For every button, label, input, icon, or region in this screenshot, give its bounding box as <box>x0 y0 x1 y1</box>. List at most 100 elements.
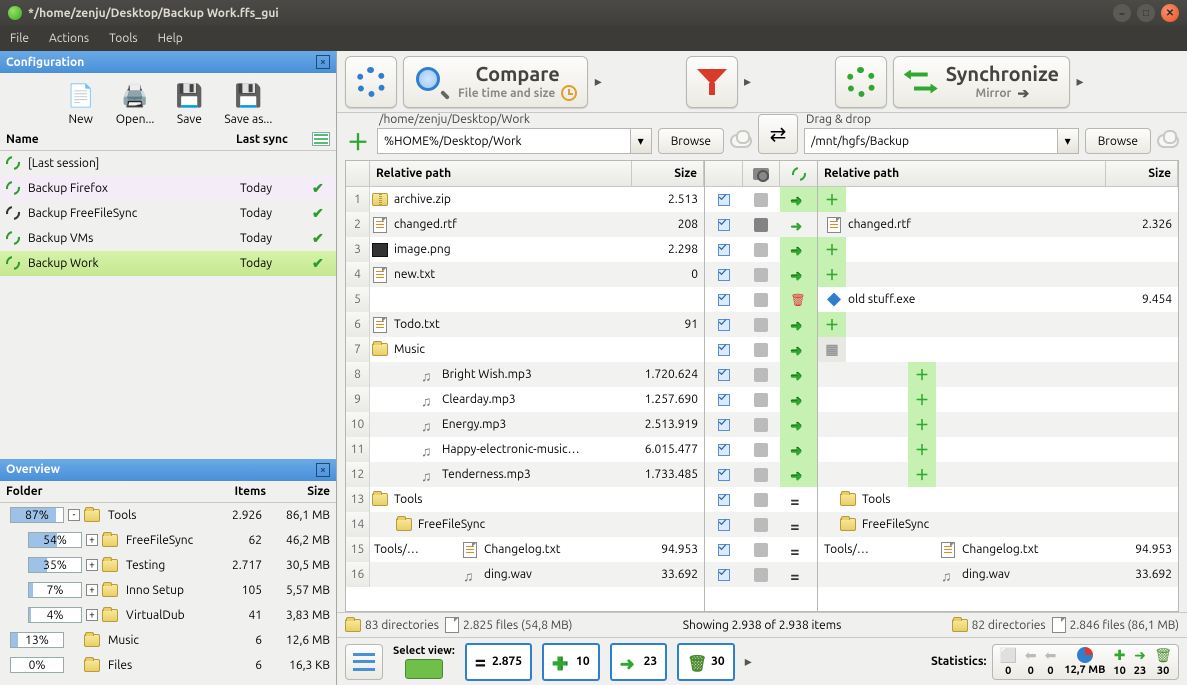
left-path-input[interactable] <box>377 128 630 154</box>
view-create-button[interactable]: 23 <box>610 643 668 681</box>
right-path-input[interactable] <box>804 128 1057 154</box>
menu-file[interactable]: File <box>0 26 39 51</box>
overview-row[interactable]: 4% + VirtualDub 41 3,83 MB <box>0 603 336 628</box>
grid-row-mid[interactable] <box>705 287 817 312</box>
action-icon[interactable] <box>790 568 806 582</box>
checkbox[interactable] <box>718 569 730 581</box>
action-icon[interactable] <box>790 243 806 257</box>
overview-col-items[interactable]: Items <box>222 485 272 498</box>
config-col-toggle-icon[interactable] <box>312 132 330 146</box>
grid-row[interactable]: ＋ <box>818 312 1178 337</box>
config-col-lastsync[interactable]: Last sync <box>236 133 312 146</box>
grid-row[interactable]: 13 Tools <box>346 487 704 512</box>
col-category[interactable] <box>742 161 780 186</box>
action-icon[interactable] <box>790 518 806 532</box>
checkbox[interactable] <box>718 319 730 331</box>
menu-help[interactable]: Help <box>148 26 193 51</box>
overview-row[interactable]: 54% + FreeFileSync 62 46,2 MB <box>0 528 336 553</box>
grid-row-mid[interactable] <box>705 312 817 337</box>
overview-col-folder[interactable]: Folder <box>6 485 222 498</box>
sync-dropdown-icon[interactable]: ▸ <box>1076 73 1084 90</box>
config-col-name[interactable]: Name <box>6 133 236 146</box>
expand-icon[interactable]: + <box>86 559 98 571</box>
close-button[interactable]: ✕ <box>1161 4 1179 22</box>
checkbox[interactable] <box>718 519 730 531</box>
expand-icon[interactable]: + <box>86 609 98 621</box>
overview-row[interactable]: 87% - Tools 2.926 86,1 MB <box>0 503 336 528</box>
filter-dropdown-icon[interactable]: ▸ <box>744 73 752 90</box>
compare-settings-button[interactable] <box>345 56 397 108</box>
overview-col-size[interactable]: Size <box>272 485 330 498</box>
grid-row-mid[interactable] <box>705 437 817 462</box>
grid-row[interactable]: 1 archive.zip 2.513 <box>346 187 704 212</box>
overview-row[interactable]: 35% + Testing 2.717 30,5 MB <box>0 553 336 578</box>
overview-row[interactable]: 13% Music 6 12,6 MB <box>0 628 336 653</box>
grid-row[interactable]: 14 FreeFileSync <box>346 512 704 537</box>
chevron-down-icon[interactable]: ▾ <box>630 128 652 154</box>
checkbox[interactable] <box>718 294 730 306</box>
chevron-down-icon[interactable]: ▾ <box>1057 128 1079 154</box>
col-size[interactable]: Size <box>1106 161 1178 186</box>
new-button[interactable]: 📄 New <box>58 79 104 128</box>
action-icon[interactable] <box>790 268 806 282</box>
overview-close-icon[interactable]: × <box>316 463 330 477</box>
config-item[interactable]: Backup Work Today ✔ <box>0 251 336 276</box>
synchronize-button[interactable]: Synchronize Mirror➔ <box>893 56 1070 108</box>
configuration-close-icon[interactable]: × <box>316 55 330 69</box>
checkbox[interactable] <box>718 444 730 456</box>
checkbox[interactable] <box>718 244 730 256</box>
grid-row[interactable]: 9 Clearday.mp3 1.257.690 <box>346 387 704 412</box>
grid-row-mid[interactable] <box>705 462 817 487</box>
add-pair-button[interactable]: ＋ <box>345 128 371 154</box>
minimize-button[interactable]: – <box>1113 4 1131 22</box>
grid-row[interactable]: ＋ <box>818 437 1178 462</box>
checkbox[interactable] <box>718 219 730 231</box>
config-item[interactable]: Backup FreeFileSync Today ✔ <box>0 201 336 226</box>
legend-button[interactable] <box>345 644 383 680</box>
grid-row-mid[interactable] <box>705 487 817 512</box>
left-path-combo[interactable]: ▾ <box>377 128 652 154</box>
swap-sides-button[interactable]: ⇄ <box>758 114 798 154</box>
action-icon[interactable] <box>790 468 806 482</box>
compare-dropdown-icon[interactable]: ▸ <box>594 73 602 90</box>
grid-row[interactable]: 2 changed.rtf 208 <box>346 212 704 237</box>
checkbox[interactable] <box>718 394 730 406</box>
grid-row[interactable]: 11 Happy-electronic-music… 6.015.477 <box>346 437 704 462</box>
sync-settings-button[interactable] <box>835 56 887 108</box>
action-icon[interactable] <box>790 293 806 307</box>
expand-icon[interactable]: + <box>86 584 98 596</box>
grid-row-mid[interactable] <box>705 262 817 287</box>
col-include[interactable] <box>705 161 742 186</box>
overview-row[interactable]: 7% + Inno Setup 105 5,57 MB <box>0 578 336 603</box>
right-path-combo[interactable]: ▾ <box>804 128 1079 154</box>
action-icon[interactable] <box>790 193 806 207</box>
checkbox[interactable] <box>718 494 730 506</box>
grid-row[interactable]: 8 Bright Wish.mp3 1.720.624 <box>346 362 704 387</box>
grid-row[interactable]: ＋ <box>818 237 1178 262</box>
grid-row[interactable]: ▦ <box>818 337 1178 362</box>
checkbox[interactable] <box>718 419 730 431</box>
config-item[interactable]: Backup VMs Today ✔ <box>0 226 336 251</box>
grid-row[interactable]: changed.rtf 2.326 <box>818 212 1178 237</box>
overview-row[interactable]: 0% Files 6 16,3 KB <box>0 653 336 678</box>
col-size[interactable]: Size <box>632 161 704 186</box>
grid-row[interactable]: 5 <box>346 287 704 312</box>
grid-row[interactable]: FreeFileSync <box>818 512 1178 537</box>
filter-button[interactable] <box>686 56 738 108</box>
grid-row[interactable]: old stuff.exe 9.454 <box>818 287 1178 312</box>
config-item[interactable]: Backup Firefox Today ✔ <box>0 176 336 201</box>
action-icon[interactable] <box>790 418 806 432</box>
grid-row-mid[interactable] <box>705 362 817 387</box>
grid-row[interactable]: ＋ <box>818 412 1178 437</box>
action-icon[interactable] <box>790 318 806 332</box>
grid-row[interactable]: Tools <box>818 487 1178 512</box>
cloud-icon[interactable] <box>730 134 752 148</box>
grid-row-mid[interactable] <box>705 337 817 362</box>
view-equal-button[interactable]: 2.875 <box>465 643 532 681</box>
compare-button[interactable]: Compare File time and size <box>403 56 588 108</box>
action-icon[interactable] <box>790 493 806 507</box>
action-icon[interactable] <box>790 393 806 407</box>
grid-row[interactable]: Tools/… Changelog.txt 94.953 <box>818 537 1178 562</box>
grid-row[interactable]: 10 Energy.mp3 2.513.919 <box>346 412 704 437</box>
action-icon[interactable] <box>790 218 806 232</box>
